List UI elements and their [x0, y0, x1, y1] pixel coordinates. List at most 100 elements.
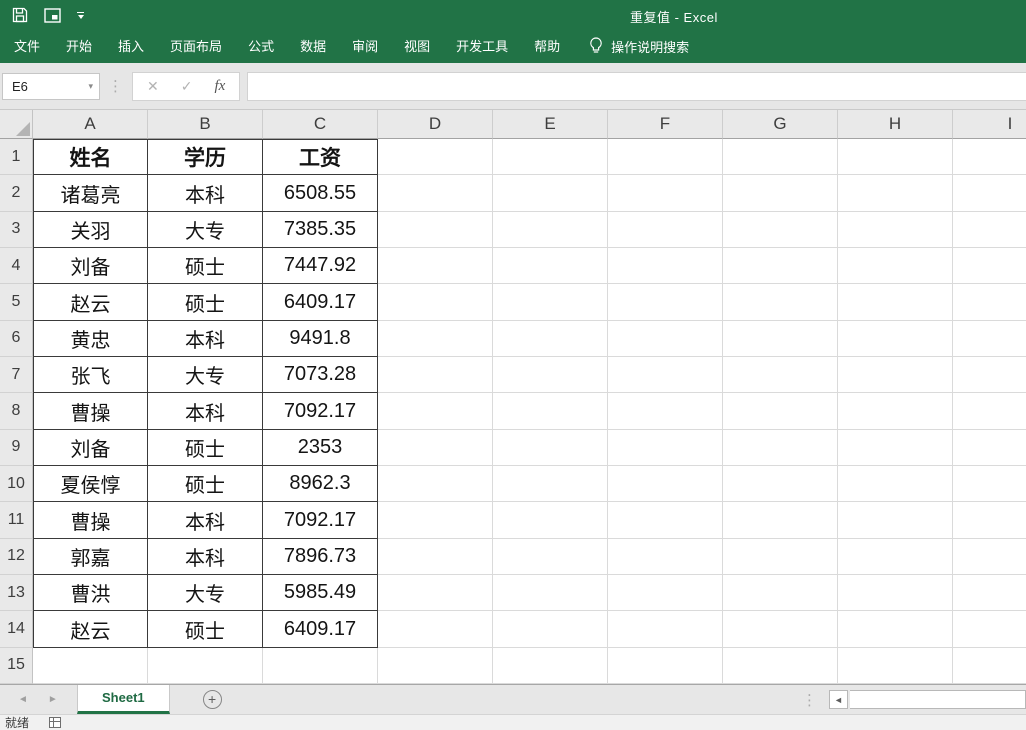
cell-I1[interactable] [953, 139, 1026, 175]
cell-E9[interactable] [493, 430, 608, 466]
cell-A15[interactable] [33, 648, 148, 684]
row-header-15[interactable]: 15 [0, 648, 33, 684]
cell-F3[interactable] [608, 212, 723, 248]
cell-H1[interactable] [838, 139, 953, 175]
sheet-nav-right-icon[interactable]: ► [48, 694, 58, 705]
cell-B7[interactable]: 大专 [148, 357, 263, 393]
cell-B4[interactable]: 硕士 [148, 248, 263, 284]
cell-B8[interactable]: 本科 [148, 393, 263, 429]
cell-B15[interactable] [148, 648, 263, 684]
tell-me-search[interactable]: 操作说明搜索 [573, 37, 689, 57]
cell-D12[interactable] [378, 539, 493, 575]
cell-H5[interactable] [838, 284, 953, 320]
cell-I8[interactable] [953, 393, 1026, 429]
cell-B14[interactable]: 硕士 [148, 611, 263, 647]
ribbon-tab-1[interactable]: 文件 [1, 30, 53, 63]
cell-H9[interactable] [838, 430, 953, 466]
cell-A13[interactable]: 曹洪 [33, 575, 148, 611]
cell-A1[interactable]: 姓名 [33, 139, 148, 175]
cell-C9[interactable]: 2353 [263, 430, 378, 466]
add-sheet-button[interactable]: + [203, 690, 222, 709]
cell-B2[interactable]: 本科 [148, 175, 263, 211]
ribbon-tab-5[interactable]: 公式 [235, 30, 287, 63]
insert-function-icon[interactable]: fx [214, 78, 225, 95]
cell-G14[interactable] [723, 611, 838, 647]
select-all-corner[interactable] [0, 110, 33, 139]
cell-C13[interactable]: 5985.49 [263, 575, 378, 611]
cell-B11[interactable]: 本科 [148, 502, 263, 538]
cell-H15[interactable] [838, 648, 953, 684]
cell-A10[interactable]: 夏侯惇 [33, 466, 148, 502]
cell-H7[interactable] [838, 357, 953, 393]
cell-I10[interactable] [953, 466, 1026, 502]
cell-H8[interactable] [838, 393, 953, 429]
cell-E11[interactable] [493, 502, 608, 538]
cell-E1[interactable] [493, 139, 608, 175]
cell-I4[interactable] [953, 248, 1026, 284]
column-header-E[interactable]: E [493, 110, 608, 139]
cell-G10[interactable] [723, 466, 838, 502]
row-header-6[interactable]: 6 [0, 321, 33, 357]
cell-G4[interactable] [723, 248, 838, 284]
cell-G15[interactable] [723, 648, 838, 684]
cell-C12[interactable]: 7896.73 [263, 539, 378, 575]
cell-B9[interactable]: 硕士 [148, 430, 263, 466]
cell-I13[interactable] [953, 575, 1026, 611]
cell-A3[interactable]: 关羽 [33, 212, 148, 248]
cell-C10[interactable]: 8962.3 [263, 466, 378, 502]
cell-E4[interactable] [493, 248, 608, 284]
row-header-9[interactable]: 9 [0, 430, 33, 466]
cell-D11[interactable] [378, 502, 493, 538]
cell-E8[interactable] [493, 393, 608, 429]
cell-B5[interactable]: 硕士 [148, 284, 263, 320]
cell-E12[interactable] [493, 539, 608, 575]
name-box-chevron-icon[interactable]: ▾ [88, 81, 93, 92]
ribbon-tab-8[interactable]: 视图 [391, 30, 443, 63]
ribbon-tab-7[interactable]: 审阅 [339, 30, 391, 63]
cell-H4[interactable] [838, 248, 953, 284]
cell-H11[interactable] [838, 502, 953, 538]
cell-D8[interactable] [378, 393, 493, 429]
ribbon-tab-2[interactable]: 开始 [53, 30, 105, 63]
cell-G13[interactable] [723, 575, 838, 611]
save-icon[interactable] [12, 7, 28, 23]
cell-B12[interactable]: 本科 [148, 539, 263, 575]
cell-I15[interactable] [953, 648, 1026, 684]
cell-E7[interactable] [493, 357, 608, 393]
cell-B6[interactable]: 本科 [148, 321, 263, 357]
cell-G7[interactable] [723, 357, 838, 393]
cell-C7[interactable]: 7073.28 [263, 357, 378, 393]
row-header-8[interactable]: 8 [0, 393, 33, 429]
cell-D3[interactable] [378, 212, 493, 248]
cell-D2[interactable] [378, 175, 493, 211]
cell-G6[interactable] [723, 321, 838, 357]
cell-C15[interactable] [263, 648, 378, 684]
cell-G5[interactable] [723, 284, 838, 320]
ribbon-tab-6[interactable]: 数据 [287, 30, 339, 63]
window-mode-icon[interactable] [44, 8, 61, 23]
cell-C11[interactable]: 7092.17 [263, 502, 378, 538]
cell-I2[interactable] [953, 175, 1026, 211]
cell-D13[interactable] [378, 575, 493, 611]
cell-D7[interactable] [378, 357, 493, 393]
ribbon-tab-10[interactable]: 帮助 [521, 30, 573, 63]
name-box[interactable]: E6 ▾ [2, 73, 100, 100]
cell-B3[interactable]: 大专 [148, 212, 263, 248]
cell-I11[interactable] [953, 502, 1026, 538]
cell-E2[interactable] [493, 175, 608, 211]
column-header-D[interactable]: D [378, 110, 493, 139]
row-header-11[interactable]: 11 [0, 502, 33, 538]
cell-G8[interactable] [723, 393, 838, 429]
cell-H13[interactable] [838, 575, 953, 611]
sheet-nav-left-icon[interactable]: ◄ [18, 694, 28, 705]
cell-I14[interactable] [953, 611, 1026, 647]
cell-F15[interactable] [608, 648, 723, 684]
cell-F8[interactable] [608, 393, 723, 429]
cell-D14[interactable] [378, 611, 493, 647]
column-header-F[interactable]: F [608, 110, 723, 139]
cell-A4[interactable]: 刘备 [33, 248, 148, 284]
cell-H3[interactable] [838, 212, 953, 248]
ribbon-tab-9[interactable]: 开发工具 [443, 30, 521, 63]
column-header-C[interactable]: C [263, 110, 378, 139]
cell-F12[interactable] [608, 539, 723, 575]
